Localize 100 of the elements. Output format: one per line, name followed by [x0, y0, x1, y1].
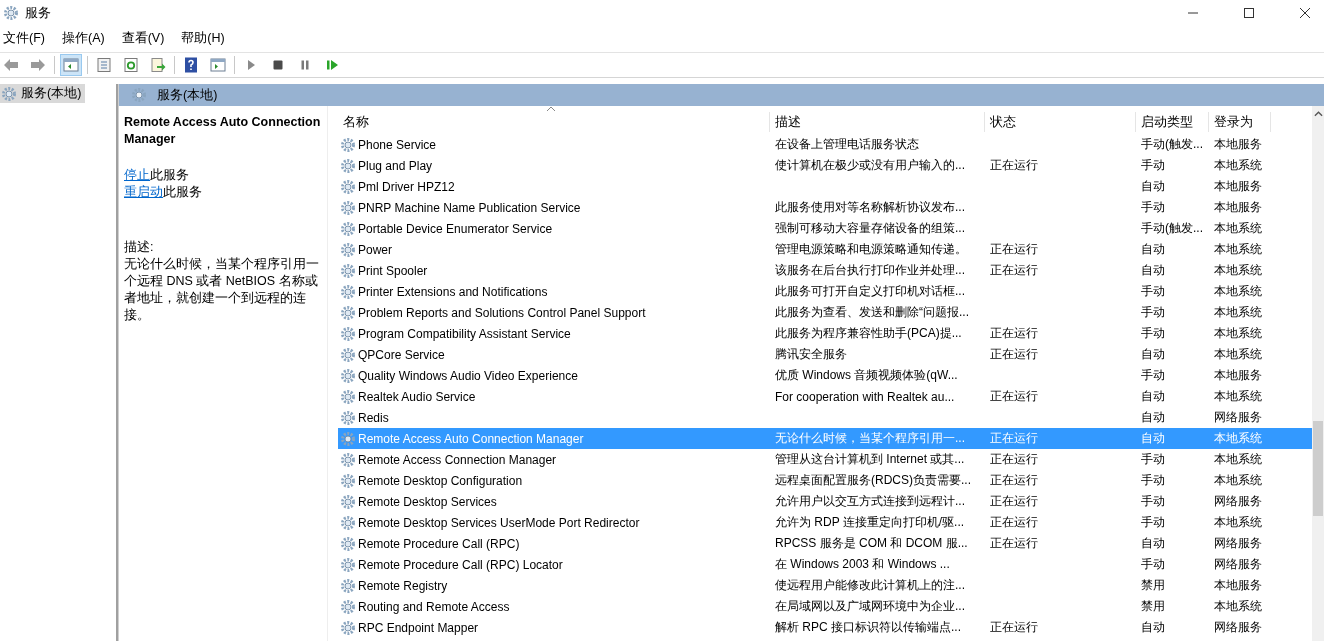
table-cell: 本地系统: [1214, 452, 1262, 466]
service-action-link[interactable]: 重启动: [124, 185, 163, 199]
pane-title: 服务(本地): [157, 86, 218, 104]
table-cell: 自动: [1141, 410, 1165, 424]
service-row[interactable]: RPC Endpoint Mapper 解析 RPC 接口标识符以传输端点... 正在运行 自动 网络服务: [338, 617, 1312, 638]
maximize-icon[interactable]: [1243, 6, 1255, 19]
menu-item[interactable]: 文件(F): [3, 30, 45, 47]
service-row[interactable]: Printer Extensions and Notifications 此服务可打开自定义打印机对话框... 手动 本地系统: [338, 281, 1312, 302]
show-tree-button[interactable]: [60, 54, 82, 76]
gear-icon: [340, 283, 356, 300]
table-cell: Program Compatibility Assistant Service: [358, 326, 571, 341]
column-header[interactable]: 登录为: [1209, 112, 1271, 132]
service-row[interactable]: Phone Service 在设备上管理电话服务状态 手动(触发... 本地服务: [338, 134, 1312, 155]
table-cell: Remote Desktop Services: [358, 494, 497, 509]
service-row[interactable]: Remote Procedure Call (RPC) RPCSS 服务是 COM 和 DCOM 服... 正在运行 自动 网络服务: [338, 533, 1312, 554]
table-cell: Print Spooler: [358, 263, 428, 278]
service-row[interactable]: Remote Desktop Services UserMode Port Redirector 允许为 RDP 连接重定向打印机/驱... 正在运行 手动 本地系统: [338, 512, 1312, 533]
close-icon[interactable]: [1299, 6, 1311, 19]
table-cell: Phone Service: [358, 137, 437, 152]
table-cell: 本地服务: [1214, 137, 1262, 151]
gear-icon: [340, 514, 356, 531]
table-cell: Realtek Audio Service: [358, 389, 476, 404]
gear-icon: [340, 199, 356, 216]
table-cell: Plug and Play: [358, 158, 433, 173]
gear-icon: [340, 136, 356, 153]
refresh-icon: [123, 57, 139, 73]
service-row[interactable]: Redis 自动 网络服务: [338, 407, 1312, 428]
table-cell: 腾讯安全服务: [775, 347, 847, 361]
service-row[interactable]: Power 管理电源策略和电源策略通知传递。 正在运行 自动 本地系统: [338, 239, 1312, 260]
tree-icon: [63, 57, 79, 73]
table-cell: 此服务使用对等名称解析协议发布...: [775, 200, 965, 214]
table-cell: Quality Windows Audio Video Experience: [358, 368, 578, 383]
table-cell: 手动: [1141, 515, 1165, 529]
tree-item[interactable]: 服务(本地): [0, 84, 86, 103]
column-header[interactable]: 启动类型: [1136, 112, 1209, 132]
table-cell: 此服务为查看、发送和删除“问题报...: [775, 305, 969, 319]
table-cell: Remote Desktop Configuration: [358, 473, 523, 488]
table-cell: 此服务可打开自定义打印机对话框...: [775, 284, 965, 298]
service-row[interactable]: Portable Device Enumerator Service 强制可移动大容量存储设备的组策... 手动(触发... 本地系统: [338, 218, 1312, 239]
table-cell: 自动: [1141, 431, 1165, 445]
service-action-link[interactable]: 停止: [124, 168, 150, 182]
table-cell: Remote Registry: [358, 578, 448, 593]
gear-icon: [340, 367, 356, 384]
table-cell: 正在运行: [990, 431, 1038, 445]
table-cell: 手动: [1141, 368, 1165, 382]
menu-item[interactable]: 查看(V): [121, 30, 165, 47]
table-cell: Remote Procedure Call (RPC): [358, 536, 520, 551]
service-row[interactable]: Remote Procedure Call (RPC) Locator 在 Windows 2003 和 Windows ... 手动 网络服务: [338, 554, 1312, 575]
description-label: 描述:: [124, 239, 155, 256]
table-cell: 使计算机在极少或没有用户输入的...: [775, 158, 965, 172]
service-row[interactable]: Remote Desktop Configuration 远程桌面配置服务(RDCS)负责需要... 正在运行 手动 本地系统: [338, 470, 1312, 491]
sort-caret-icon: [546, 106, 556, 112]
service-row[interactable]: Plug and Play 使计算机在极少或没有用户输入的... 正在运行 手动 本地系统: [338, 155, 1312, 176]
table-cell: 本地系统: [1214, 242, 1262, 256]
service-row[interactable]: Routing and Remote Access 在局域网以及广域网环境中为企业... 禁用 本地系统: [338, 596, 1312, 617]
table-cell: 本地系统: [1214, 326, 1262, 340]
service-row[interactable]: Remote Desktop Services 允许用户以交互方式连接到远程计... 正在运行 手动 网络服务: [338, 491, 1312, 512]
service-row[interactable]: QPCore Service 腾讯安全服务 正在运行 自动 本地系统: [338, 344, 1312, 365]
table-cell: Remote Access Connection Manager: [358, 452, 557, 467]
table-cell: 本地系统: [1214, 431, 1262, 445]
service-row[interactable]: PNRP Machine Name Publication Service 此服务使用对等名称解析协议发布... 手动 本地服务: [338, 197, 1312, 218]
gear-icon: [340, 472, 356, 489]
service-row[interactable]: Quality Windows Audio Video Experience 优质 Windows 音频视频体验(qW... 手动 本地服务: [338, 365, 1312, 386]
service-row[interactable]: Problem Reports and Solutions Control Panel Support 此服务为查看、发送和删除“问题报... 手动 本地系统: [338, 302, 1312, 323]
service-row[interactable]: Program Compatibility Assistant Service 此服务为程序兼容性助手(PCA)提... 正在运行 手动 本地系统: [338, 323, 1312, 344]
scroll-up-icon[interactable]: [1313, 111, 1323, 117]
menu-item[interactable]: 操作(A): [61, 30, 105, 47]
service-row[interactable]: Remote Registry 使远程用户能修改此计算机上的注... 禁用 本地服务: [338, 575, 1312, 596]
table-cell: 手动: [1141, 452, 1165, 466]
gear-icon: [340, 220, 356, 237]
back-icon: [3, 57, 19, 73]
column-header[interactable]: 状态: [985, 112, 1136, 132]
service-row[interactable]: Print Spooler 该服务在后台执行打印作业并处理... 正在运行 自动 本地系统: [338, 260, 1312, 281]
table-cell: 本地系统: [1214, 305, 1262, 319]
service-action-text: 重启动此服务: [124, 184, 202, 201]
help-icon: [183, 57, 199, 73]
table-cell: 网络服务: [1214, 410, 1262, 424]
table-cell: 网络服务: [1214, 557, 1262, 571]
table-cell: 手动: [1141, 158, 1165, 172]
table-cell: 手动: [1141, 305, 1165, 319]
table-cell: PNRP Machine Name Publication Service: [358, 200, 581, 215]
table-cell: 允许用户以交互方式连接到远程计...: [775, 494, 965, 508]
scrollbar-thumb[interactable]: [1313, 421, 1323, 516]
table-cell: 正在运行: [990, 326, 1038, 340]
column-header[interactable]: 描述: [770, 112, 985, 132]
service-row[interactable]: Pml Driver HPZ12 自动 本地服务: [338, 176, 1312, 197]
service-row[interactable]: Remote Access Connection Manager 管理从这台计算机到 Internet 或其... 正在运行 手动 本地系统: [338, 449, 1312, 470]
gear-icon: [3, 4, 19, 21]
gear-icon: [340, 157, 356, 174]
gear-icon: [340, 262, 356, 279]
column-header[interactable]: 名称: [338, 112, 770, 132]
table-cell: 本地系统: [1214, 389, 1262, 403]
table-cell: Pml Driver HPZ12: [358, 179, 455, 194]
service-row[interactable]: Realtek Audio Service For cooperation with Realtek au... 正在运行 自动 本地系统: [338, 386, 1312, 407]
table-cell: 无论什么时候，当某个程序引用一...: [775, 431, 965, 445]
export-icon: [150, 57, 166, 73]
menu-item[interactable]: 帮助(H): [181, 30, 225, 47]
table-cell: 本地系统: [1214, 599, 1262, 613]
table-cell: 自动: [1141, 389, 1165, 403]
table-cell: 手动: [1141, 200, 1165, 214]
